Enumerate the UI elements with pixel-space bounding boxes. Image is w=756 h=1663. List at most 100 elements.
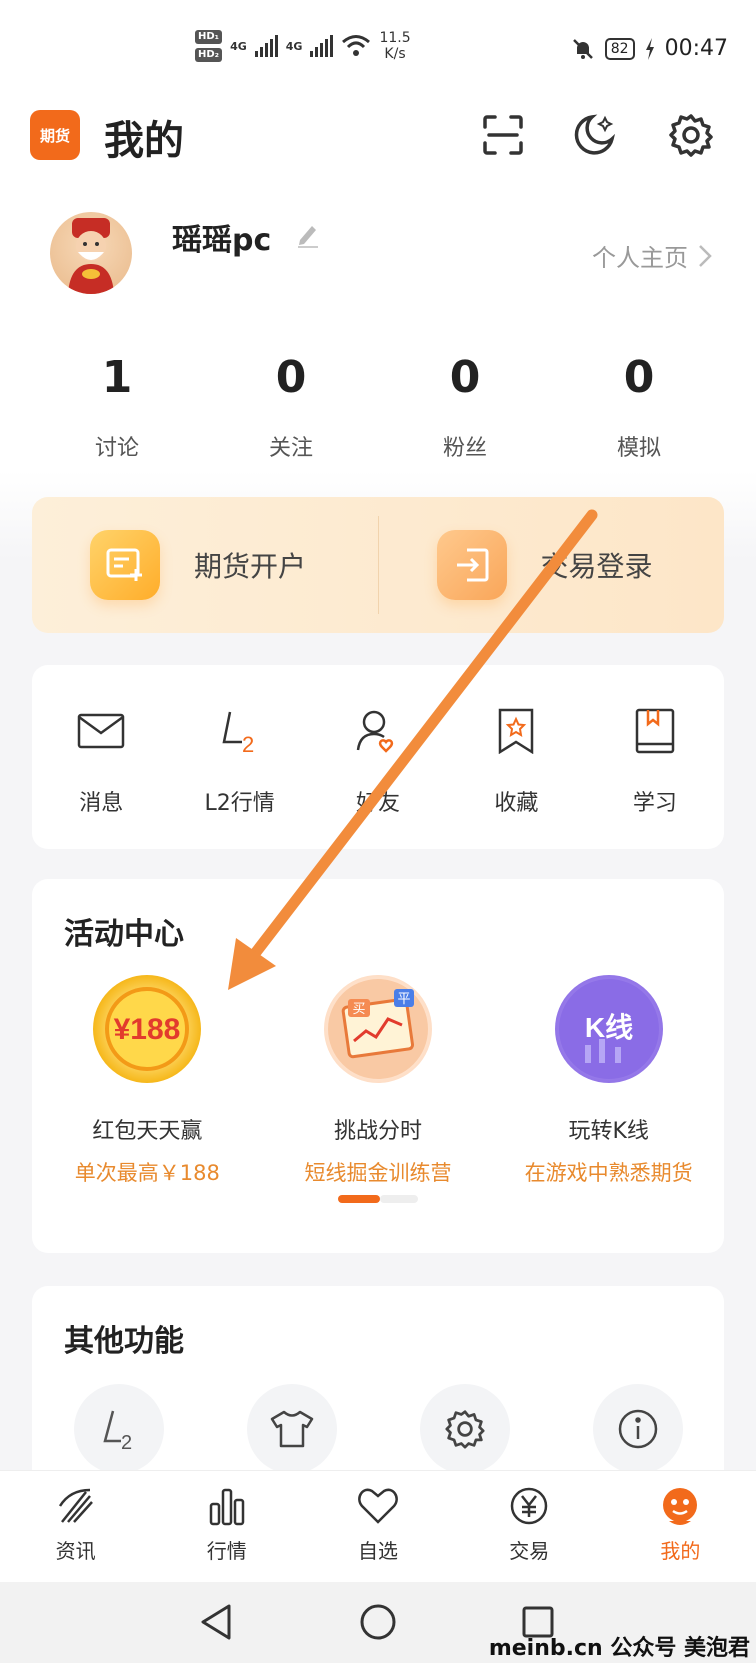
stat-discussion[interactable]: 1 讨论 [30, 348, 204, 462]
other-item-skin[interactable] [205, 1384, 378, 1474]
quick-item-l2[interactable]: 2 L2行情 [170, 665, 308, 849]
wifi-icon [342, 35, 371, 56]
network-label-1: 4G [230, 39, 247, 53]
nav-label: 交易 [509, 1539, 550, 1563]
other-item-l2[interactable]: 2 [32, 1384, 205, 1474]
homepage-link[interactable]: 个人主页 [592, 238, 712, 273]
trade-login-label: 交易登录 [540, 550, 653, 583]
speed-unit: K/s [384, 46, 406, 62]
username: 瑶瑶pc [172, 223, 272, 258]
stat-following[interactable]: 0 关注 [204, 348, 378, 462]
nav-tab-mine[interactable]: 我的 [605, 1471, 756, 1582]
signal-icon-1 [254, 35, 278, 57]
stat-value: 0 [449, 352, 481, 403]
open-account-label: 期货开户 [194, 550, 307, 583]
open-account-button[interactable]: 期货开户 [32, 497, 378, 633]
watermark: meinb.cn 公众号 美泡君 [488, 1636, 750, 1661]
quick-item-favorites[interactable]: 收藏 [447, 665, 585, 849]
activity-kline-game[interactable]: K线 玩转K线 在游戏中熟悉期货 [493, 975, 724, 1187]
stat-value: 1 [101, 352, 133, 403]
gear-icon[interactable] [664, 108, 718, 162]
moon-icon[interactable] [568, 108, 622, 162]
bookmark-star-icon [490, 705, 542, 757]
nav-tab-market[interactable]: 行情 [151, 1471, 302, 1582]
clock: 00:47 [664, 36, 728, 61]
activity-red-packet[interactable]: ¥188 红包天天赢 单次最高￥188 [32, 975, 263, 1187]
svg-text:2: 2 [242, 732, 254, 754]
stat-label: 讨论 [94, 436, 139, 461]
quick-item-label: 消息 [79, 791, 124, 816]
challenge-chart-icon: 买 平 [324, 975, 432, 1083]
stat-followers[interactable]: 0 粉丝 [378, 348, 552, 462]
l2-icon: 2 [73, 1384, 164, 1474]
other-item-about[interactable] [551, 1384, 724, 1474]
svg-text:2: 2 [121, 1432, 132, 1451]
quick-item-label: L2行情 [204, 791, 275, 816]
mascot-icon [657, 1483, 703, 1529]
app-logo-text: 期货 [39, 126, 70, 145]
other-functions-list: 2 [32, 1384, 724, 1474]
edit-icon[interactable] [296, 222, 320, 248]
activity-list: ¥188 红包天天赢 单次最高￥188 买 平 挑战分时 短线掘金训练营 K线 … [32, 975, 724, 1187]
homepage-label: 个人主页 [592, 244, 688, 272]
net-speed: 11.5 K/s [379, 30, 410, 62]
bottom-nav: 资讯 行情 自选 交易 我的 [0, 1470, 756, 1582]
envelope-icon [75, 705, 127, 757]
status-bar: HD₁ HD₂ 4G 4G 11.5 K/s 82 00:47 [0, 0, 756, 96]
carousel-pager [338, 1195, 418, 1203]
stat-label: 关注 [268, 436, 313, 461]
open-account-icon [90, 530, 160, 600]
other-title: 其他功能 [64, 1324, 184, 1359]
gear-icon [419, 1384, 510, 1474]
stat-simulation[interactable]: 0 模拟 [552, 348, 726, 462]
trade-login-button[interactable]: 交易登录 [379, 497, 725, 633]
nav-label: 资讯 [55, 1539, 96, 1563]
status-right: 82 00:47 [571, 36, 728, 61]
account-card: 期货开户 交易登录 [32, 497, 724, 633]
activity-challenge-intraday[interactable]: 买 平 挑战分时 短线掘金训练营 [263, 975, 494, 1187]
stat-label: 粉丝 [442, 436, 487, 461]
stats-row: 1 讨论 0 关注 0 粉丝 0 模拟 [30, 348, 726, 462]
hd2-badge: HD₂ [195, 48, 223, 62]
quick-item-learning[interactable]: 学习 [586, 665, 724, 849]
hd1-badge: HD₁ [195, 30, 223, 44]
scan-icon[interactable] [476, 108, 530, 162]
kline-badge-text: K线 [585, 1012, 633, 1043]
news-icon [53, 1483, 99, 1529]
tshirt-icon [246, 1384, 337, 1474]
red-packet-badge-text: ¥188 [114, 1013, 181, 1046]
info-icon [592, 1384, 683, 1474]
activity-center-card: 活动中心 ¥188 红包天天赢 单次最高￥188 买 平 挑战分时 短线掘金训练… [32, 879, 724, 1253]
nav-label: 行情 [206, 1539, 247, 1563]
status-left: HD₁ HD₂ 4G 4G 11.5 K/s [195, 30, 411, 62]
quick-item-friends[interactable]: 好友 [309, 665, 447, 849]
activity-item-subtitle: 单次最高￥188 [74, 1161, 220, 1185]
nav-tab-trade[interactable]: 交易 [454, 1471, 605, 1582]
page-header: 期货 我的 [0, 100, 756, 180]
buy-badge-text: 买 [352, 1002, 365, 1017]
app-logo: 期货 [30, 110, 80, 160]
back-triangle-icon[interactable] [194, 1600, 238, 1644]
other-item-settings[interactable] [378, 1384, 551, 1474]
kline-badge-icon: K线 [554, 975, 663, 1083]
yen-icon [506, 1483, 552, 1529]
activity-item-title: 挑战分时 [334, 1119, 423, 1144]
home-circle-icon[interactable] [356, 1600, 400, 1644]
pager-dot-active [338, 1195, 380, 1203]
signal-icon-2 [310, 35, 334, 57]
quick-menu-card: 消息 2 L2行情 好友 收藏 学习 [32, 665, 724, 849]
nav-tab-watchlist[interactable]: 自选 [302, 1471, 453, 1582]
stat-value: 0 [623, 352, 655, 403]
activity-item-title: 玩转K线 [568, 1119, 649, 1144]
heart-icon [355, 1483, 401, 1529]
bar-chart-icon [204, 1483, 250, 1529]
login-icon [436, 530, 507, 600]
nav-label: 我的 [660, 1539, 701, 1563]
speed-value: 11.5 [379, 30, 411, 46]
quick-item-messages[interactable]: 消息 [32, 665, 170, 849]
network-label-2: 4G [285, 39, 303, 53]
nav-tab-news[interactable]: 资讯 [0, 1471, 151, 1582]
friend-icon [352, 705, 404, 757]
avatar[interactable] [50, 212, 132, 294]
stat-label: 模拟 [616, 436, 661, 461]
